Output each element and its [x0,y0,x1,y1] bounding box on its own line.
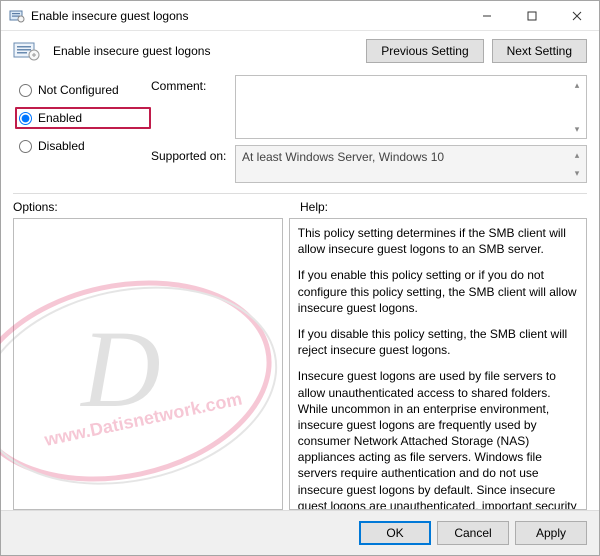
radio-disabled[interactable]: Disabled [17,137,147,155]
window-title: Enable insecure guest logons [31,9,464,23]
next-setting-button[interactable]: Next Setting [492,39,587,63]
maximize-button[interactable] [509,1,554,30]
apply-button[interactable]: Apply [515,521,587,545]
radio-enabled-input[interactable] [19,112,32,125]
state-radios: Not Configured Enabled Disabled [17,75,147,155]
title-controls [464,1,599,30]
help-paragraph: If you enable this policy setting or if … [298,267,578,316]
comment-textarea[interactable]: ▴ ▾ [235,75,587,139]
minimize-button[interactable] [464,1,509,30]
titlebar: Enable insecure guest logons [1,1,599,31]
policy-icon [9,8,25,24]
help-paragraph: Insecure guest logons are used by file s… [298,368,578,510]
footer: OK Cancel Apply [1,510,599,555]
comment-label: Comment: [151,75,231,93]
radio-not-configured-label: Not Configured [38,83,119,97]
radio-enabled-label: Enabled [38,111,82,125]
radio-disabled-input[interactable] [19,140,32,153]
scroll-down-icon[interactable]: ▾ [570,166,584,180]
options-pane[interactable] [13,218,283,510]
divider [13,193,587,194]
supported-on-label: Supported on: [151,145,231,163]
config-area: Not Configured Enabled Disabled Comment:… [1,67,599,183]
header-row: Enable insecure guest logons Previous Se… [1,31,599,67]
radio-enabled[interactable]: Enabled [15,107,151,129]
cancel-button[interactable]: Cancel [437,521,509,545]
radio-disabled-label: Disabled [38,139,85,153]
scroll-down-icon[interactable]: ▾ [570,122,584,136]
radio-not-configured[interactable]: Not Configured [17,81,147,99]
close-button[interactable] [554,1,599,30]
help-paragraph: This policy setting determines if the SM… [298,225,578,257]
supported-on-box: At least Windows Server, Windows 10 ▴ ▾ [235,145,587,183]
dialog-window: D www.Datisnetwork.com Enable insecure g… [0,0,600,556]
help-label: Help: [300,200,587,214]
supported-on-text: At least Windows Server, Windows 10 [242,150,444,164]
help-paragraph: If you disable this policy setting, the … [298,326,578,358]
help-pane[interactable]: This policy setting determines if the SM… [289,218,587,510]
scroll-up-icon[interactable]: ▴ [570,78,584,92]
previous-setting-button[interactable]: Previous Setting [366,39,483,63]
pane-labels: Options: Help: [1,198,599,218]
scroll-up-icon[interactable]: ▴ [570,148,584,162]
panes: This policy setting determines if the SM… [1,218,599,510]
policy-large-icon [13,40,45,62]
policy-title: Enable insecure guest logons [53,44,358,58]
radio-not-configured-input[interactable] [19,84,32,97]
options-label: Options: [13,200,300,214]
ok-button[interactable]: OK [359,521,431,545]
